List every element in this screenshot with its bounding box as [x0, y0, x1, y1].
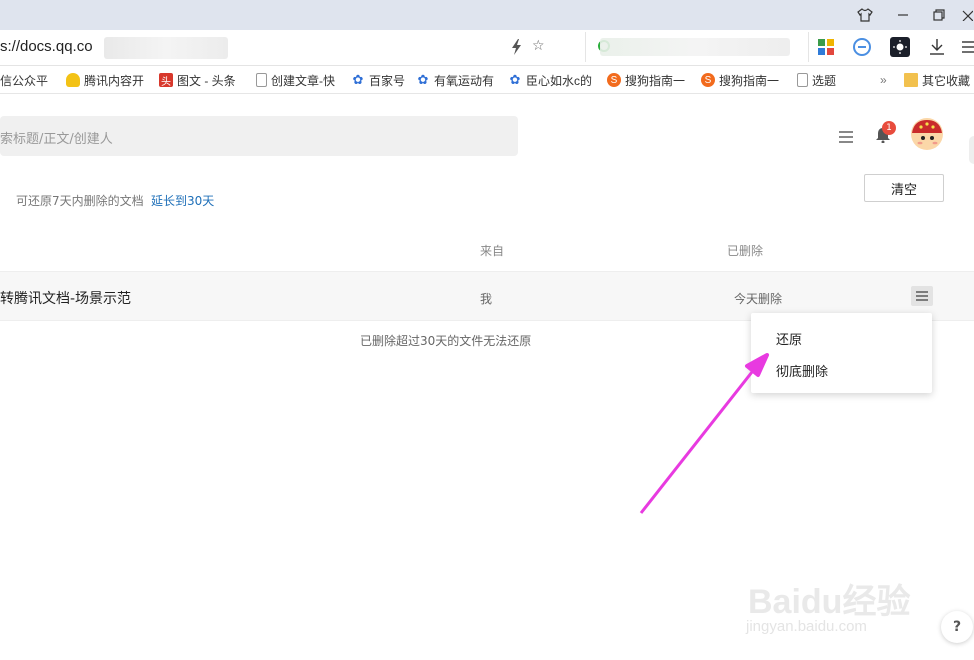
watermark-brand: Baidu经验 — [748, 583, 911, 621]
watermark-domain: jingyan.baidu.com — [746, 618, 867, 635]
annotation-arrow — [639, 353, 769, 514]
help-button[interactable]: ? — [941, 611, 973, 643]
